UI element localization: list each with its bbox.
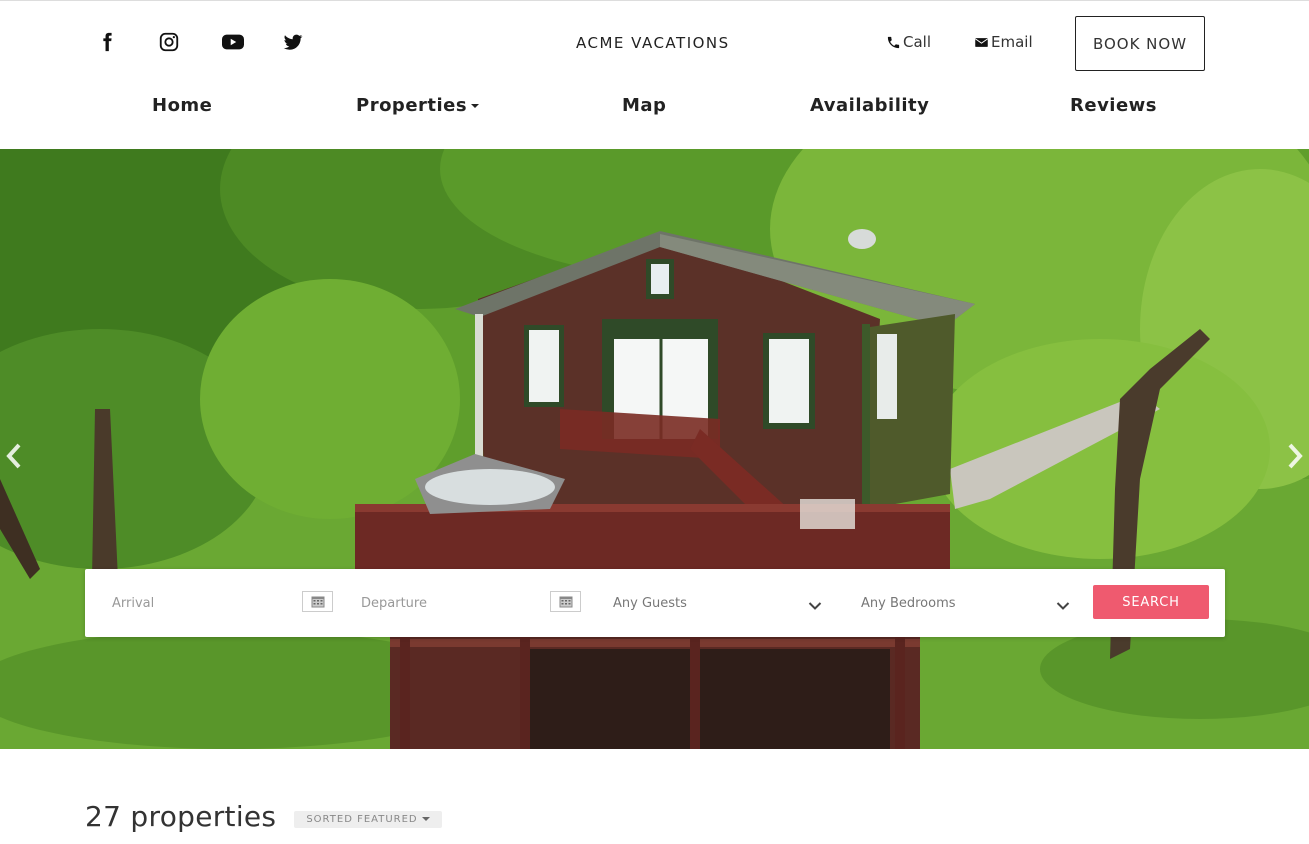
bedrooms-select[interactable]: Any Bedrooms — [861, 569, 1071, 637]
nav-item-availability[interactable]: Availability — [810, 95, 929, 116]
calendar-icon[interactable] — [302, 591, 333, 612]
phone-icon — [887, 36, 900, 48]
book-now-button[interactable]: BOOK NOW — [1075, 16, 1205, 71]
hero-carousel: Arrival Departure Any Guests Any Bedroom… — [0, 149, 1309, 749]
nav-item-map[interactable]: Map — [622, 95, 666, 116]
site-brand[interactable]: ACME VACATIONS — [576, 34, 730, 52]
nav-item-properties-label: Properties — [356, 95, 468, 116]
results-header: 27 properties SORTED FEATURED — [85, 800, 442, 833]
sort-label: SORTED FEATURED — [306, 814, 418, 825]
arrival-placeholder: Arrival — [112, 595, 155, 611]
departure-placeholder: Departure — [361, 595, 427, 611]
hero-image — [0, 149, 1309, 749]
facebook-icon[interactable] — [96, 31, 116, 53]
email-link[interactable]: Email — [974, 33, 1033, 51]
sort-dropdown[interactable]: SORTED FEATURED — [294, 811, 442, 828]
property-count: 27 properties — [85, 800, 277, 833]
call-link[interactable]: Call — [886, 33, 931, 51]
arrival-field[interactable]: Arrival — [112, 569, 332, 637]
nav-item-properties[interactable]: Properties — [356, 95, 480, 116]
chevron-down-icon — [808, 596, 822, 610]
guests-value: Any Guests — [613, 595, 687, 611]
youtube-icon[interactable] — [220, 31, 244, 53]
calendar-icon[interactable] — [550, 591, 581, 612]
guests-select[interactable]: Any Guests — [613, 569, 823, 637]
social-links — [96, 31, 344, 53]
envelope-icon — [974, 37, 989, 47]
site-header: ACME VACATIONS Call Email BOOK NOW Home … — [0, 0, 1309, 149]
carousel-prev-arrow[interactable] — [4, 441, 24, 471]
twitter-icon[interactable] — [282, 31, 303, 53]
bedrooms-value: Any Bedrooms — [861, 595, 956, 611]
email-label: Email — [991, 33, 1033, 51]
main-nav: Home Properties Map Availability Reviews — [0, 95, 1309, 119]
call-label: Call — [903, 33, 932, 51]
chevron-down-icon — [1056, 596, 1070, 610]
nav-item-home[interactable]: Home — [152, 95, 212, 116]
search-bar: Arrival Departure Any Guests Any Bedroom… — [85, 569, 1225, 637]
caret-down-icon — [421, 817, 430, 821]
instagram-icon[interactable] — [158, 31, 179, 53]
search-button[interactable]: SEARCH — [1093, 585, 1209, 619]
nav-item-reviews[interactable]: Reviews — [1070, 95, 1157, 116]
caret-down-icon — [471, 104, 480, 108]
carousel-next-arrow[interactable] — [1285, 441, 1305, 471]
departure-field[interactable]: Departure — [361, 569, 581, 637]
